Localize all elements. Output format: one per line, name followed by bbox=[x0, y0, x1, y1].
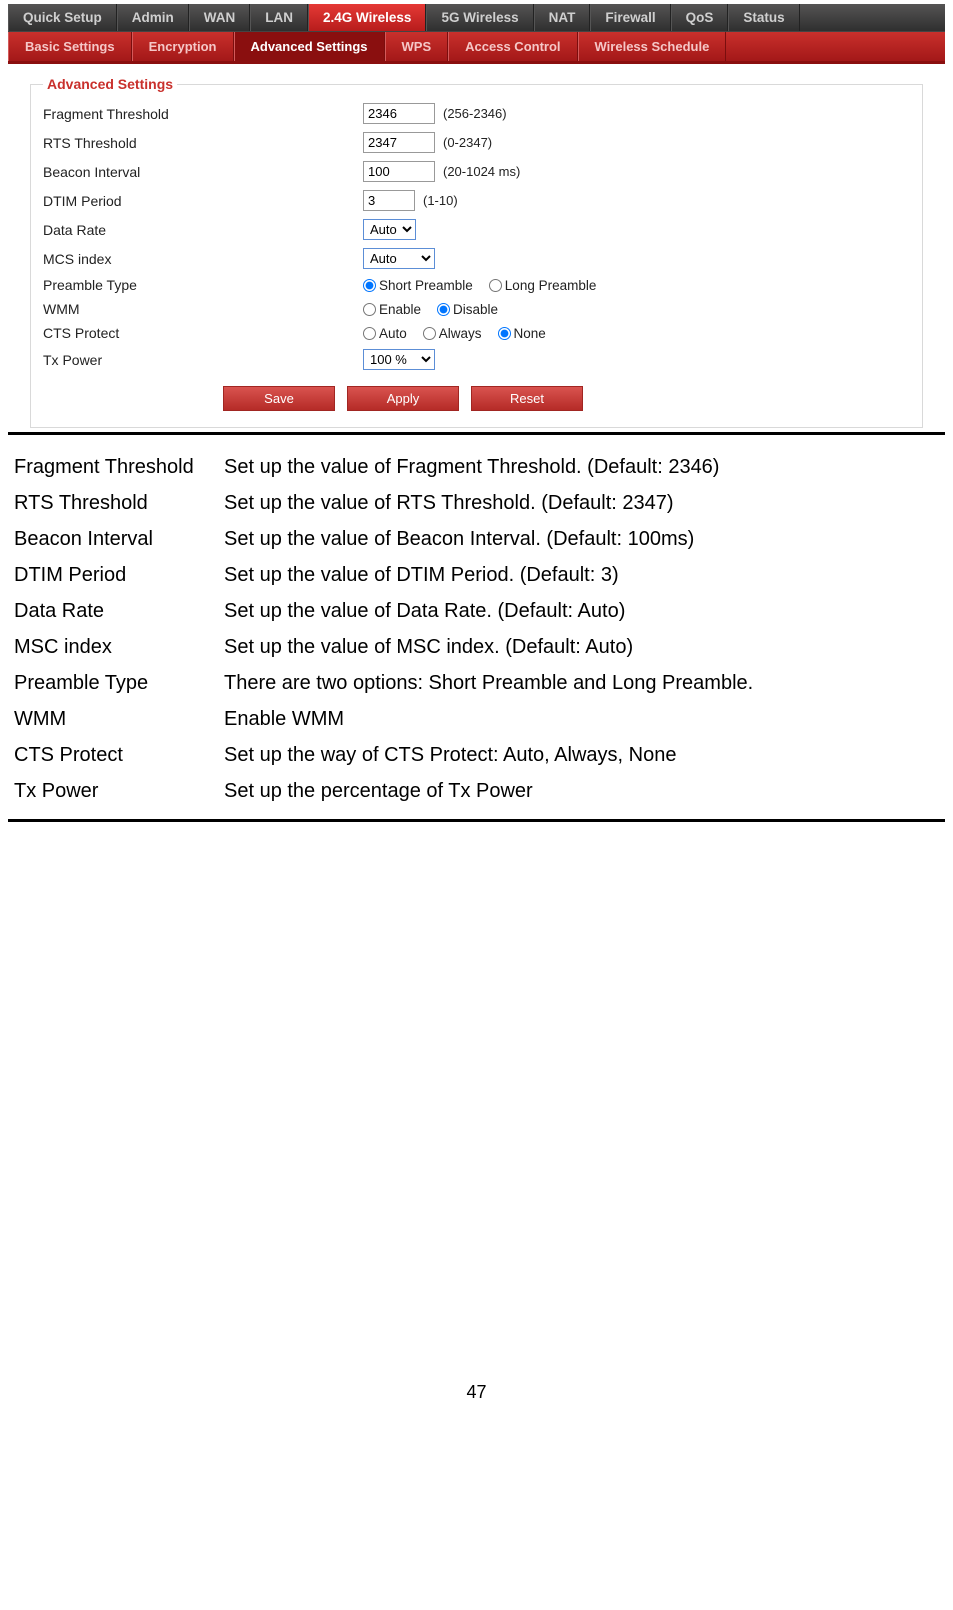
panel-legend: Advanced Settings bbox=[43, 76, 177, 92]
desc-val: Set up the value of Fragment Threshold. … bbox=[218, 449, 945, 485]
wmm-enable-radio[interactable] bbox=[363, 303, 376, 316]
datarate-label: Data Rate bbox=[43, 222, 363, 238]
tab-status[interactable]: Status bbox=[728, 4, 799, 31]
page-number: 47 bbox=[0, 1382, 953, 1423]
divider-bottom bbox=[8, 819, 945, 822]
beacon-hint: (20-1024 ms) bbox=[443, 164, 520, 179]
tab-24g-wireless[interactable]: 2.4G Wireless bbox=[308, 4, 426, 31]
tab-wan[interactable]: WAN bbox=[189, 4, 251, 31]
desc-key: RTS Threshold bbox=[8, 485, 218, 521]
desc-key: Data Rate bbox=[8, 593, 218, 629]
desc-key: Tx Power bbox=[8, 773, 218, 809]
subtab-wireless-schedule[interactable]: Wireless Schedule bbox=[578, 32, 727, 61]
wmm-disable-radio[interactable] bbox=[437, 303, 450, 316]
tab-qos[interactable]: QoS bbox=[671, 4, 729, 31]
tab-5g-wireless[interactable]: 5G Wireless bbox=[426, 4, 533, 31]
desc-val: Set up the percentage of Tx Power bbox=[218, 773, 945, 809]
beacon-label: Beacon Interval bbox=[43, 164, 363, 180]
preamble-long-label: Long Preamble bbox=[505, 278, 597, 293]
desc-val: Set up the value of Data Rate. (Default:… bbox=[218, 593, 945, 629]
desc-key: Preamble Type bbox=[8, 665, 218, 701]
datarate-select[interactable]: Auto bbox=[363, 219, 416, 240]
main-nav: Quick Setup Admin WAN LAN 2.4G Wireless … bbox=[8, 4, 945, 32]
desc-val: There are two options: Short Preamble an… bbox=[218, 665, 945, 701]
mcs-select[interactable]: Auto bbox=[363, 248, 435, 269]
desc-val: Enable WMM bbox=[218, 701, 945, 737]
txpower-label: Tx Power bbox=[43, 352, 363, 368]
wmm-disable-label: Disable bbox=[453, 302, 498, 317]
desc-val: Set up the way of CTS Protect: Auto, Alw… bbox=[218, 737, 945, 773]
description-table: Fragment ThresholdSet up the value of Fr… bbox=[8, 449, 945, 809]
cts-auto-radio[interactable] bbox=[363, 327, 376, 340]
rts-input[interactable] bbox=[363, 132, 435, 153]
cts-auto-label: Auto bbox=[379, 326, 407, 341]
reset-button[interactable]: Reset bbox=[471, 386, 583, 411]
subtab-access-control[interactable]: Access Control bbox=[448, 32, 577, 61]
rts-hint: (0-2347) bbox=[443, 135, 492, 150]
cts-none-radio[interactable] bbox=[498, 327, 511, 340]
wmm-enable-label: Enable bbox=[379, 302, 421, 317]
preamble-short-radio[interactable] bbox=[363, 279, 376, 292]
txpower-select[interactable]: 100 % bbox=[363, 349, 435, 370]
tab-admin[interactable]: Admin bbox=[117, 4, 189, 31]
advanced-settings-panel: Advanced Settings Fragment Threshold (25… bbox=[30, 84, 923, 428]
desc-key: Beacon Interval bbox=[8, 521, 218, 557]
save-button[interactable]: Save bbox=[223, 386, 335, 411]
sub-nav: Basic Settings Encryption Advanced Setti… bbox=[8, 32, 945, 64]
desc-key: MSC index bbox=[8, 629, 218, 665]
subtab-wps[interactable]: WPS bbox=[385, 32, 449, 61]
desc-val: Set up the value of DTIM Period. (Defaul… bbox=[218, 557, 945, 593]
desc-key: CTS Protect bbox=[8, 737, 218, 773]
cts-always-radio[interactable] bbox=[423, 327, 436, 340]
fragment-input[interactable] bbox=[363, 103, 435, 124]
tab-lan[interactable]: LAN bbox=[250, 4, 308, 31]
dtim-input[interactable] bbox=[363, 190, 415, 211]
desc-key: DTIM Period bbox=[8, 557, 218, 593]
beacon-input[interactable] bbox=[363, 161, 435, 182]
fragment-hint: (256-2346) bbox=[443, 106, 507, 121]
tab-firewall[interactable]: Firewall bbox=[590, 4, 670, 31]
preamble-long-radio[interactable] bbox=[489, 279, 502, 292]
wmm-label: WMM bbox=[43, 301, 363, 317]
tab-nat[interactable]: NAT bbox=[534, 4, 591, 31]
subtab-encryption[interactable]: Encryption bbox=[132, 32, 234, 61]
rts-label: RTS Threshold bbox=[43, 135, 363, 151]
apply-button[interactable]: Apply bbox=[347, 386, 459, 411]
tab-quick-setup[interactable]: Quick Setup bbox=[8, 4, 117, 31]
subtab-advanced-settings[interactable]: Advanced Settings bbox=[234, 32, 385, 61]
desc-key: Fragment Threshold bbox=[8, 449, 218, 485]
desc-val: Set up the value of Beacon Interval. (De… bbox=[218, 521, 945, 557]
cts-none-label: None bbox=[514, 326, 546, 341]
mcs-label: MCS index bbox=[43, 251, 363, 267]
preamble-label: Preamble Type bbox=[43, 277, 363, 293]
cts-label: CTS Protect bbox=[43, 325, 363, 341]
desc-key: WMM bbox=[8, 701, 218, 737]
desc-val: Set up the value of RTS Threshold. (Defa… bbox=[218, 485, 945, 521]
dtim-hint: (1-10) bbox=[423, 193, 458, 208]
desc-val: Set up the value of MSC index. (Default:… bbox=[218, 629, 945, 665]
subtab-basic-settings[interactable]: Basic Settings bbox=[8, 32, 132, 61]
cts-always-label: Always bbox=[439, 326, 482, 341]
dtim-label: DTIM Period bbox=[43, 193, 363, 209]
divider-top bbox=[8, 432, 945, 435]
preamble-short-label: Short Preamble bbox=[379, 278, 473, 293]
fragment-label: Fragment Threshold bbox=[43, 106, 363, 122]
